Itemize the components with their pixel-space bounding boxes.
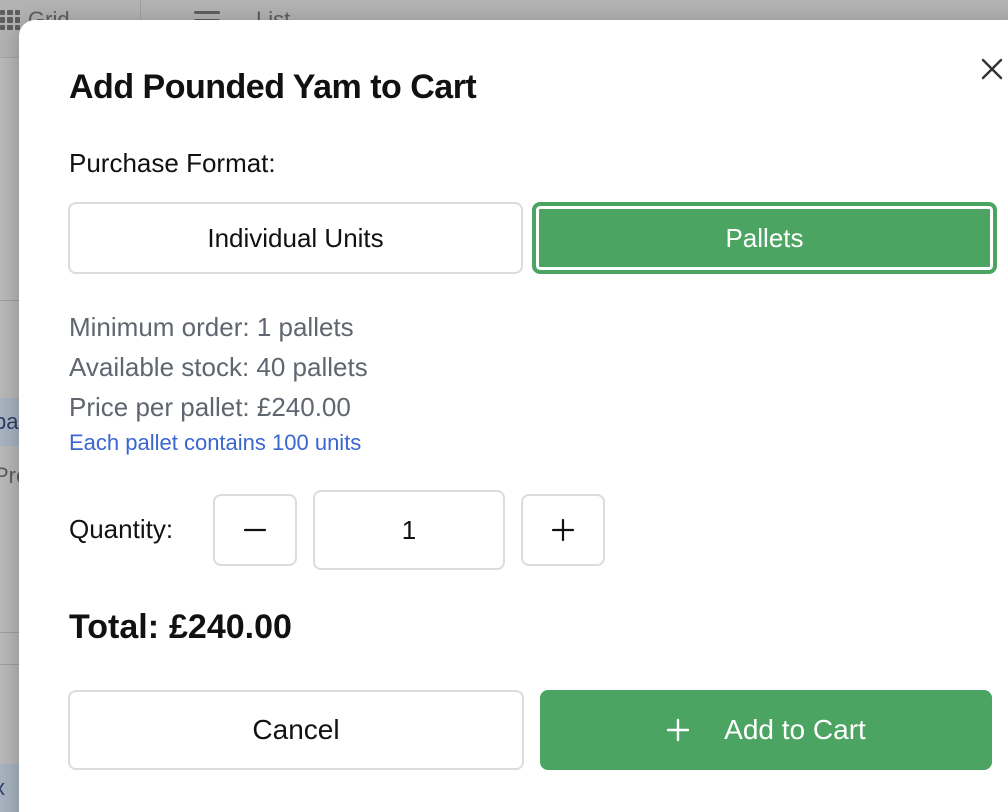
- minus-icon: [243, 528, 267, 532]
- purchase-format-label: Purchase Format:: [69, 148, 276, 178]
- quantity-label: Quantity:: [69, 514, 174, 544]
- format-option-individual-units[interactable]: Individual Units: [68, 202, 523, 274]
- quantity-decrement-button[interactable]: [213, 494, 297, 566]
- quantity-increment-button[interactable]: [521, 494, 605, 566]
- quantity-input[interactable]: [313, 490, 505, 570]
- order-total: Total: £240.00: [69, 608, 292, 647]
- pallet-contents-note: Each pallet contains 100 units: [69, 430, 362, 455]
- format-option-label: Pallets: [725, 222, 804, 253]
- format-option-label: Individual Units: [207, 222, 384, 253]
- add-to-cart-label: Add to Cart: [724, 714, 866, 745]
- total-label: Total:: [69, 608, 160, 646]
- dialog-title: Add Pounded Yam to Cart: [69, 68, 477, 106]
- add-to-cart-dialog: Add Pounded Yam to Cart Purchase Format:…: [19, 20, 1008, 812]
- minimum-order-text: Minimum order: 1 pallets: [69, 312, 354, 342]
- close-icon: [981, 58, 1003, 80]
- format-option-pallets[interactable]: Pallets: [532, 202, 997, 274]
- close-button[interactable]: [977, 54, 1007, 84]
- grid-icon: [0, 10, 20, 30]
- add-to-cart-button[interactable]: Add to Cart: [540, 690, 992, 770]
- cancel-button-label: Cancel: [252, 714, 340, 745]
- plus-icon: [666, 718, 690, 742]
- available-stock-text: Available stock: 40 pallets: [69, 352, 368, 382]
- plus-icon: [551, 518, 575, 542]
- cancel-button[interactable]: Cancel: [68, 690, 524, 770]
- price-per-pallet-text: Price per pallet: £240.00: [69, 392, 351, 422]
- total-value: £240.00: [169, 608, 292, 646]
